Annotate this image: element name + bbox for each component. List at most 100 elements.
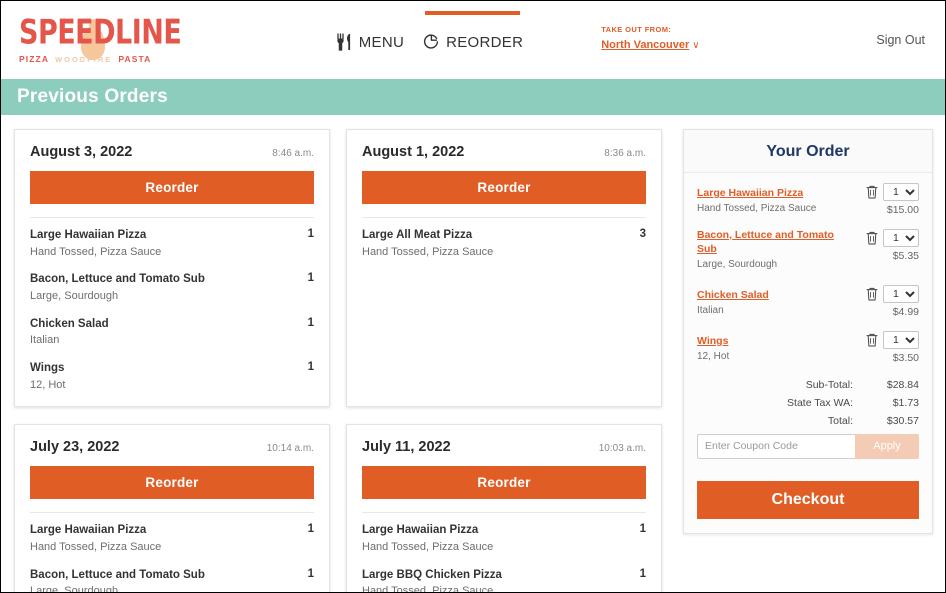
main-navigation: MENU REORDER TAKE OUT FROM: North Vancou… bbox=[159, 1, 876, 79]
order-line-item: Large Hawaiian Pizza Hand Tossed, Pizza … bbox=[30, 228, 314, 259]
cart-item-name[interactable]: Large Hawaiian Pizza bbox=[697, 187, 803, 201]
coupon-code-input[interactable] bbox=[697, 434, 855, 459]
order-items-list: Large Hawaiian Pizza Hand Tossed, Pizza … bbox=[362, 513, 646, 593]
order-line-item: Wings 12, Hot 1 bbox=[30, 361, 314, 392]
reorder-button[interactable]: Reorder bbox=[362, 171, 646, 204]
subtotal-row: Sub-Total: $28.84 bbox=[697, 379, 919, 391]
order-totals: Sub-Total: $28.84 State Tax WA: $1.73 To… bbox=[684, 377, 932, 427]
reorder-button[interactable]: Reorder bbox=[362, 466, 646, 499]
cart-quantity-select[interactable]: 12345 bbox=[883, 183, 919, 201]
order-items-list: Large Hawaiian Pizza Hand Tossed, Pizza … bbox=[30, 218, 314, 392]
cart-item-name[interactable]: Wings bbox=[697, 335, 728, 349]
cart-row: Chicken Salad Italian bbox=[697, 285, 919, 318]
order-card-header: August 1, 2022 8:36 a.m. bbox=[362, 144, 646, 160]
order-card-header: July 11, 2022 10:03 a.m. bbox=[362, 439, 646, 455]
order-time: 8:46 a.m. bbox=[272, 148, 314, 159]
your-order-title: Your Order bbox=[684, 130, 932, 173]
item-options: Hand Tossed, Pizza Sauce bbox=[30, 245, 298, 260]
chevron-down-icon[interactable]: ∨ bbox=[692, 40, 699, 51]
order-card-header: July 23, 2022 10:14 a.m. bbox=[30, 439, 314, 455]
order-items-list: Large All Meat Pizza Hand Tossed, Pizza … bbox=[362, 218, 646, 259]
item-options: 12, Hot bbox=[30, 378, 298, 393]
total-value: $30.57 bbox=[863, 415, 919, 427]
cart-quantity-select[interactable]: 12345 bbox=[883, 331, 919, 349]
your-order-panel: Your Order Large Hawaiian Pizza Hand Tos… bbox=[683, 129, 933, 534]
nav-item-reorder[interactable]: REORDER bbox=[422, 1, 523, 79]
order-line-item: Large All Meat Pizza Hand Tossed, Pizza … bbox=[362, 228, 646, 259]
item-quantity: 1 bbox=[298, 523, 314, 535]
cart-row: Bacon, Lettuce and Tomato Sub Large, Sou… bbox=[697, 229, 919, 272]
cart-item-price: $3.50 bbox=[853, 352, 919, 364]
sign-out-link[interactable]: Sign Out bbox=[876, 33, 945, 47]
item-quantity: 1 bbox=[298, 228, 314, 240]
tax-label: State Tax WA: bbox=[787, 397, 863, 409]
order-date: August 1, 2022 bbox=[362, 144, 464, 160]
item-name: Large BBQ Chicken Pizza bbox=[362, 568, 630, 584]
item-options: Large, Sourdough bbox=[30, 584, 298, 593]
item-name: Large Hawaiian Pizza bbox=[30, 228, 298, 244]
order-line-item: Chicken Salad Italian 1 bbox=[30, 317, 314, 348]
item-quantity: 1 bbox=[298, 272, 314, 284]
item-options: Large, Sourdough bbox=[30, 289, 298, 304]
cart-item-options: Hand Tossed, Pizza Sauce bbox=[697, 202, 847, 216]
logo-wordmark: SPEEDLINE bbox=[19, 16, 159, 50]
checkout-button[interactable]: Checkout bbox=[697, 481, 919, 519]
trash-icon[interactable] bbox=[866, 287, 878, 301]
cart-item-name[interactable]: Chicken Salad bbox=[697, 289, 769, 303]
logo-tagline-middle: WOODFIRE bbox=[55, 55, 112, 64]
order-time: 8:36 a.m. bbox=[604, 148, 646, 159]
nav-label-menu: MENU bbox=[359, 34, 404, 51]
coupon-row: Apply bbox=[684, 434, 932, 459]
order-time: 10:03 a.m. bbox=[599, 443, 646, 454]
nav-item-menu[interactable]: MENU bbox=[336, 1, 404, 79]
tax-value: $1.73 bbox=[863, 397, 919, 409]
order-date: August 3, 2022 bbox=[30, 144, 132, 160]
total-row: Total: $30.57 bbox=[697, 415, 919, 427]
cart-row: Wings 12, Hot 12345 bbox=[697, 331, 919, 364]
apply-coupon-button[interactable]: Apply bbox=[855, 434, 919, 459]
trash-icon[interactable] bbox=[866, 333, 878, 347]
trash-icon[interactable] bbox=[866, 185, 878, 199]
speedline-logo[interactable]: SPEEDLINE PIZZA WOODFIRE PASTA bbox=[19, 16, 159, 64]
order-line-item: Large Hawaiian Pizza Hand Tossed, Pizza … bbox=[362, 523, 646, 554]
item-options: Hand Tossed, Pizza Sauce bbox=[30, 540, 298, 555]
item-quantity: 3 bbox=[630, 228, 646, 240]
subtotal-label: Sub-Total: bbox=[806, 379, 863, 391]
item-name: Chicken Salad bbox=[30, 317, 298, 333]
reorder-button[interactable]: Reorder bbox=[30, 171, 314, 204]
order-line-item: Large Hawaiian Pizza Hand Tossed, Pizza … bbox=[30, 523, 314, 554]
cart-row: Large Hawaiian Pizza Hand Tossed, Pizza … bbox=[697, 183, 919, 216]
order-line-item: Bacon, Lettuce and Tomato Sub Large, Sou… bbox=[30, 272, 314, 303]
cart-quantity-select[interactable]: 12345 bbox=[883, 285, 919, 303]
cart-quantity-select[interactable]: 12345 bbox=[883, 229, 919, 247]
order-line-item: Bacon, Lettuce and Tomato Sub Large, Sou… bbox=[30, 568, 314, 593]
order-date: July 11, 2022 bbox=[362, 439, 451, 455]
item-name: Large All Meat Pizza bbox=[362, 228, 630, 244]
cart-items-list: Large Hawaiian Pizza Hand Tossed, Pizza … bbox=[684, 173, 932, 364]
item-name: Large Hawaiian Pizza bbox=[362, 523, 630, 539]
previous-orders-grid: August 3, 2022 8:46 a.m. Reorder Large H… bbox=[1, 129, 667, 593]
total-label: Total: bbox=[828, 415, 863, 427]
item-options: Hand Tossed, Pizza Sauce bbox=[362, 245, 630, 260]
cart-item-price: $5.35 bbox=[853, 250, 919, 262]
cart-item-options: Italian bbox=[697, 304, 847, 318]
cart-item-name[interactable]: Bacon, Lettuce and Tomato Sub bbox=[697, 229, 847, 256]
item-name: Bacon, Lettuce and Tomato Sub bbox=[30, 272, 298, 288]
order-card: August 1, 2022 8:36 a.m. Reorder Large A… bbox=[346, 129, 662, 407]
takeout-location-selector[interactable]: TAKE OUT FROM: North Vancouver∨ bbox=[601, 26, 699, 53]
cart-item-price: $15.00 bbox=[853, 204, 919, 216]
order-items-list: Large Hawaiian Pizza Hand Tossed, Pizza … bbox=[30, 513, 314, 593]
reorder-button[interactable]: Reorder bbox=[30, 466, 314, 499]
app-viewport: SPEEDLINE PIZZA WOODFIRE PASTA MENU bbox=[0, 0, 946, 593]
takeout-location-value: North Vancouver bbox=[601, 39, 689, 52]
item-options: Italian bbox=[30, 333, 298, 348]
order-card: August 3, 2022 8:46 a.m. Reorder Large H… bbox=[14, 129, 330, 407]
cart-item-options: Large, Sourdough bbox=[697, 258, 847, 272]
trash-icon[interactable] bbox=[866, 231, 878, 245]
cart-item-options: 12, Hot bbox=[697, 350, 847, 364]
item-options: Hand Tossed, Pizza Sauce bbox=[362, 540, 630, 555]
tax-row: State Tax WA: $1.73 bbox=[697, 397, 919, 409]
item-quantity: 1 bbox=[630, 523, 646, 535]
item-quantity: 1 bbox=[298, 361, 314, 373]
item-name: Wings bbox=[30, 361, 298, 377]
